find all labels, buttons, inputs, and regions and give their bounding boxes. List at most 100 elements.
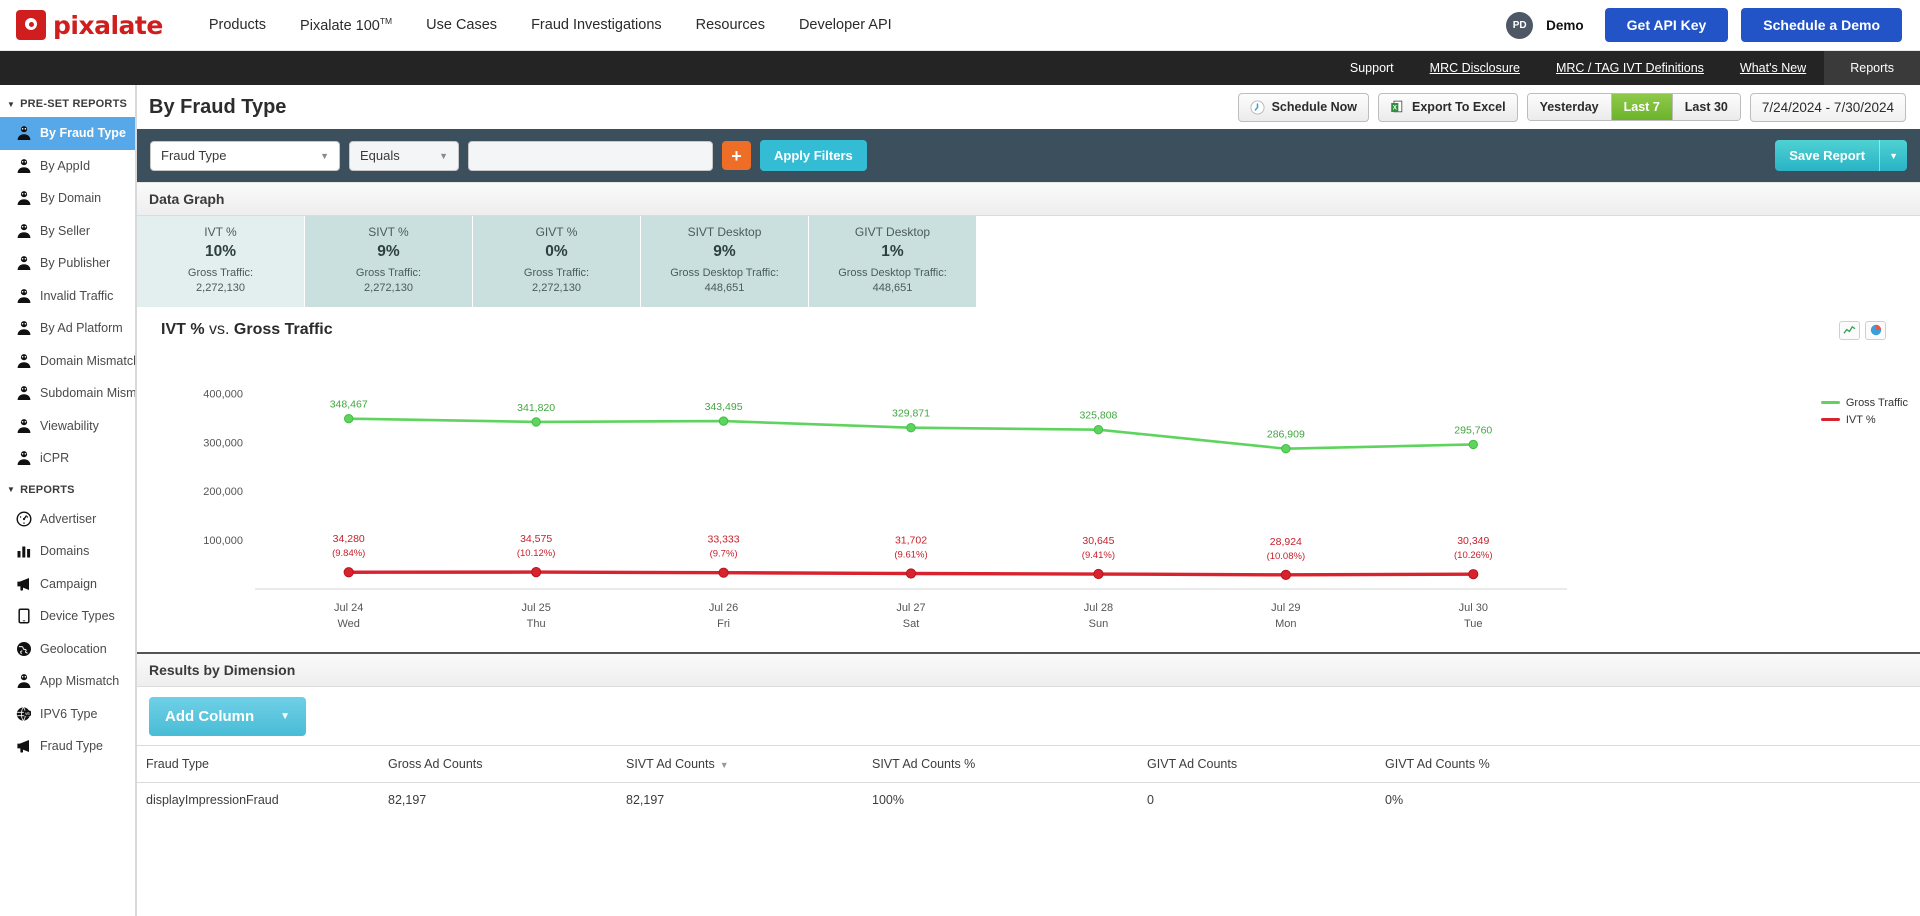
get-api-key-button[interactable]: Get API Key xyxy=(1604,8,1729,42)
person-icon xyxy=(17,126,31,141)
chart-data-point xyxy=(718,416,729,426)
chart-title: IVT % vs. Gross Traffic xyxy=(137,321,1920,339)
nav-link-fraud-investigations[interactable]: Fraud Investigations xyxy=(531,17,662,33)
column-header-fraud-type[interactable]: Fraud Type xyxy=(137,744,380,783)
subnav-item-whats-new[interactable]: What's New xyxy=(1722,51,1824,85)
pixalate-logo[interactable]: pixalate xyxy=(16,10,163,40)
date-preset-last-30[interactable]: Last 30 xyxy=(1672,94,1740,120)
sidebar-item-ipv6-type[interactable]: v6 IPV6 Type xyxy=(0,698,135,731)
sidebar-group-preset-reports[interactable]: ▼ PRE-SET REPORTS xyxy=(0,89,135,117)
column-header-givt-ad-counts[interactable]: GIVT Ad Counts xyxy=(1139,744,1377,783)
pie-chart-toggle[interactable] xyxy=(1865,320,1886,340)
chevron-down-icon: ▼ xyxy=(439,150,448,161)
chart-point-label: 343,495 xyxy=(705,401,743,413)
kpi-sub-value: 2,272,130 xyxy=(364,281,413,294)
schedule-now-label: Schedule Now xyxy=(1271,100,1358,114)
column-header-givt-ad-counts-pct[interactable]: GIVT Ad Counts % xyxy=(1377,744,1920,783)
kpi-card-sivt-desktop[interactable]: SIVT Desktop 9% Gross Desktop Traffic: 4… xyxy=(641,216,809,307)
sidebar-item-label: Domains xyxy=(40,544,90,559)
filter-operator-select[interactable]: Equals ▼ xyxy=(349,140,459,171)
sidebar-item-advertiser[interactable]: Advertiser xyxy=(0,503,135,536)
nav-link-developer-api[interactable]: Developer API xyxy=(799,17,892,33)
legend-entry-ivt-pct[interactable]: IVT % xyxy=(1820,413,1908,426)
legend-label: IVT % xyxy=(1845,413,1876,426)
kpi-card-givt-desktop[interactable]: GIVT Desktop 1% Gross Desktop Traffic: 4… xyxy=(809,216,977,307)
top-nav-right: PD Demo Get API Key Schedule a Demo xyxy=(1506,8,1902,42)
nav-link-pixalate-100[interactable]: Pixalate 100TM xyxy=(300,16,392,34)
add-column-button[interactable]: Add Column ▼ xyxy=(149,696,307,736)
sidebar-item-app-mismatch[interactable]: App Mismatch xyxy=(0,665,135,698)
schedule-a-demo-button[interactable]: Schedule a Demo xyxy=(1741,8,1902,42)
schedule-now-button[interactable]: Schedule Now xyxy=(1237,92,1370,122)
date-preset-last-7[interactable]: Last 7 xyxy=(1611,94,1673,120)
kpi-card-givt-pct[interactable]: GIVT % 0% Gross Traffic: 2,272,130 xyxy=(473,216,641,307)
top-navigation-bar: pixalate Products Pixalate 100TM Use Cas… xyxy=(0,0,1920,51)
sidebar-item-campaign[interactable]: Campaign xyxy=(0,568,135,601)
sidebar-item-label: Viewability xyxy=(40,418,99,433)
sidebar-group-reports[interactable]: ▼ REPORTS xyxy=(0,475,135,503)
sidebar-item-domains[interactable]: Domains xyxy=(0,535,135,568)
column-header-sivt-ad-counts-pct[interactable]: SIVT Ad Counts % xyxy=(864,744,1139,783)
legend-entry-gross-traffic[interactable]: Gross Traffic xyxy=(1820,397,1908,409)
column-header-gross-ad-counts[interactable]: Gross Ad Counts xyxy=(380,744,618,783)
export-to-excel-button[interactable]: X Export To Excel xyxy=(1378,92,1518,122)
globe-icon xyxy=(17,641,31,656)
sidebar-item-by-domain[interactable]: By Domain xyxy=(0,182,135,215)
sidebar-item-label: Domain Mismatch xyxy=(40,353,137,368)
sidebar-item-by-seller[interactable]: By Seller xyxy=(0,215,135,248)
nav-link-label: Pixalate 100 xyxy=(300,17,380,34)
save-report-dropdown-toggle[interactable]: ▼ xyxy=(1879,140,1907,171)
table-row[interactable]: displayImpressionFraud 82,197 82,197 100… xyxy=(137,782,1920,817)
sidebar-item-fraud-type[interactable]: Fraud Type xyxy=(0,730,135,763)
add-column-wrap: Add Column ▼ xyxy=(137,686,1920,745)
nav-link-use-cases[interactable]: Use Cases xyxy=(426,17,497,33)
line-chart-toggle[interactable] xyxy=(1839,320,1860,340)
sidebar-item-by-ad-platform[interactable]: By Ad Platform xyxy=(0,312,135,345)
chart-title-vs: vs. xyxy=(209,320,230,338)
filter-bar: Fraud Type ▼ Equals ▼ + Apply Filters Sa… xyxy=(137,129,1920,182)
nav-link-products[interactable]: Products xyxy=(209,17,266,33)
main-nav-links: Products Pixalate 100TM Use Cases Fraud … xyxy=(209,16,892,34)
x-axis-tick-sublabel: Mon xyxy=(1275,618,1296,630)
chart-point-pct-label: (10.12%) xyxy=(517,548,556,559)
sidebar-item-icpr[interactable]: iCPR xyxy=(0,442,135,475)
person-icon xyxy=(17,288,31,303)
subnav-item-support[interactable]: Support xyxy=(1332,51,1412,85)
chart-data-point xyxy=(906,422,916,433)
x-axis-tick-sublabel: Sat xyxy=(903,618,920,630)
sidebar-item-domain-mismatch[interactable]: Domain Mismatch xyxy=(0,345,135,378)
kpi-card-sivt-pct[interactable]: SIVT % 9% Gross Traffic: 2,272,130 xyxy=(305,216,473,307)
nav-link-resources[interactable]: Resources xyxy=(696,17,765,33)
filter-dimension-select[interactable]: Fraud Type ▼ xyxy=(150,140,340,171)
chart-title-metric: IVT % xyxy=(161,320,205,338)
save-report-button[interactable]: Save Report xyxy=(1775,140,1880,171)
column-header-sivt-ad-counts[interactable]: SIVT Ad Counts ▼ xyxy=(618,744,864,783)
results-table-body: displayImpressionFraud 82,197 82,197 100… xyxy=(137,782,1920,817)
kpi-label: IVT % xyxy=(204,225,237,239)
sidebar-item-viewability[interactable]: Viewability xyxy=(0,410,135,443)
chart-title-comparison: Gross Traffic xyxy=(233,320,333,338)
cell-fraud-type: displayImpressionFraud xyxy=(146,792,279,807)
pixalate-logo-mark xyxy=(16,10,46,40)
sidebar-item-geolocation[interactable]: Geolocation xyxy=(0,633,135,666)
subnav-item-mrc-disclosure[interactable]: MRC Disclosure xyxy=(1412,51,1538,85)
sidebar-item-device-types[interactable]: Device Types xyxy=(0,600,135,633)
sidebar-item-by-fraud-type[interactable]: By Fraud Type xyxy=(0,117,135,150)
date-preset-yesterday[interactable]: Yesterday xyxy=(1527,94,1612,120)
filter-value-input[interactable] xyxy=(468,140,713,171)
kpi-card-ivt-pct[interactable]: IVT % 10% Gross Traffic: 2,272,130 xyxy=(137,216,305,307)
kpi-sub-label: Gross Traffic: xyxy=(523,267,590,279)
sidebar-item-invalid-traffic[interactable]: Invalid Traffic xyxy=(0,280,135,313)
chart-data-point xyxy=(1093,424,1104,435)
sidebar-item-by-publisher[interactable]: By Publisher xyxy=(0,247,135,280)
sidebar-item-label: Subdomain Mismatch xyxy=(40,386,137,401)
avatar[interactable]: PD xyxy=(1506,11,1534,39)
subnav-item-mrc-tag-ivt-definitions[interactable]: MRC / TAG IVT Definitions xyxy=(1538,51,1722,85)
apply-filters-button[interactable]: Apply Filters xyxy=(760,140,867,171)
page-title: By Fraud Type xyxy=(149,95,287,118)
add-filter-button[interactable]: + xyxy=(722,141,751,170)
sidebar-item-by-appid[interactable]: By AppId xyxy=(0,150,135,183)
sidebar-item-subdomain-mismatch[interactable]: Subdomain Mismatch xyxy=(0,377,135,410)
subnav-item-reports[interactable]: Reports xyxy=(1824,51,1920,85)
date-range-picker[interactable]: 7/24/2024 - 7/30/2024 xyxy=(1749,92,1906,122)
